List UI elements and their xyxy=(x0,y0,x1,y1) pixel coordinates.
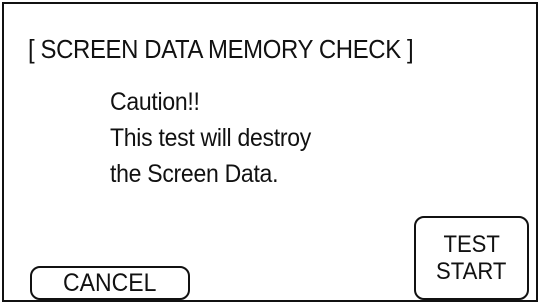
test-start-button[interactable]: TEST START xyxy=(414,216,529,300)
test-start-label-line-1: TEST xyxy=(443,231,500,258)
cancel-button[interactable]: CANCEL xyxy=(30,266,190,300)
caution-message: Caution!! This test will destroy the Scr… xyxy=(110,84,311,192)
caution-line-1: This test will destroy xyxy=(110,124,311,152)
caution-line-2: the Screen Data. xyxy=(110,160,279,188)
caution-heading: Caution!! xyxy=(110,88,200,116)
test-start-label-line-2: START xyxy=(436,258,507,285)
cancel-button-label: CANCEL xyxy=(63,269,157,297)
memory-check-screen: [ SCREEN DATA MEMORY CHECK ] Caution!! T… xyxy=(2,2,538,302)
screen-title: [ SCREEN DATA MEMORY CHECK ] xyxy=(28,34,414,64)
